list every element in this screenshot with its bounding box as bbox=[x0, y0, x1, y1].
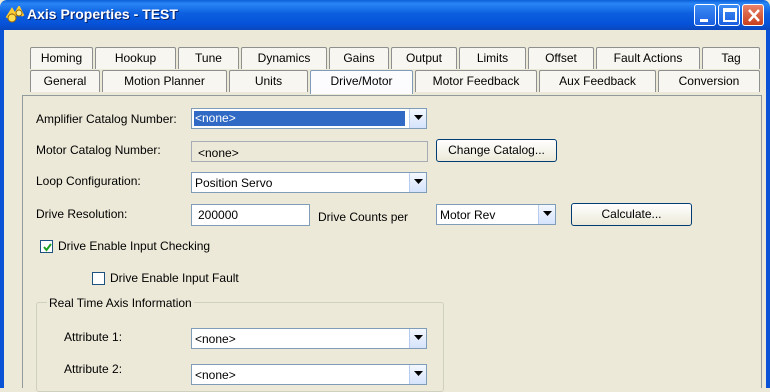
loop-configuration-select[interactable]: Position Servo bbox=[191, 172, 427, 193]
attribute-2-value: <none> bbox=[195, 368, 236, 382]
attribute-2-label: Attribute 2: bbox=[64, 362, 123, 376]
drive-enable-input-checking-label[interactable]: Drive Enable Input Checking bbox=[58, 239, 210, 253]
amplifier-catalog-value: <none> bbox=[194, 111, 405, 126]
drive-enable-input-fault-checkbox[interactable] bbox=[92, 272, 105, 285]
loop-configuration-value: Position Servo bbox=[195, 176, 273, 190]
motor-catalog-label: Motor Catalog Number: bbox=[36, 143, 161, 157]
chevron-down-icon[interactable] bbox=[409, 329, 426, 348]
attribute-2-select[interactable]: <none> bbox=[191, 364, 427, 385]
chevron-down-icon[interactable] bbox=[409, 109, 426, 128]
drive-enable-input-checking-checkbox[interactable] bbox=[40, 240, 53, 253]
drive-counts-per-label: Drive Counts per bbox=[318, 210, 409, 224]
calculate-button[interactable]: Calculate... bbox=[571, 203, 692, 226]
motor-catalog-value: <none> bbox=[198, 146, 239, 160]
drive-counts-unit-select[interactable]: Motor Rev bbox=[436, 204, 556, 225]
drive-resolution-label: Drive Resolution: bbox=[36, 207, 128, 221]
realtime-axis-group-title: Real Time Axis Information bbox=[47, 296, 194, 310]
motor-catalog-field: <none> bbox=[191, 141, 428, 162]
amplifier-catalog-label: Amplifier Catalog Number: bbox=[36, 112, 177, 126]
change-catalog-button[interactable]: Change Catalog... bbox=[436, 139, 557, 162]
amplifier-catalog-select[interactable]: <none> bbox=[191, 108, 427, 129]
checkmark-icon bbox=[43, 243, 52, 252]
chevron-down-icon[interactable] bbox=[538, 205, 555, 224]
attribute-1-value: <none> bbox=[195, 332, 236, 346]
chevron-down-icon[interactable] bbox=[409, 365, 426, 384]
drive-resolution-input[interactable] bbox=[191, 204, 310, 226]
chevron-down-icon[interactable] bbox=[409, 173, 426, 192]
attribute-1-select[interactable]: <none> bbox=[191, 328, 427, 349]
drive-enable-input-fault-label[interactable]: Drive Enable Input Fault bbox=[110, 271, 239, 285]
drive-counts-unit-value: Motor Rev bbox=[440, 208, 496, 222]
attribute-1-label: Attribute 1: bbox=[64, 330, 123, 344]
drive-resolution-value[interactable] bbox=[192, 205, 309, 225]
loop-configuration-label: Loop Configuration: bbox=[36, 174, 141, 188]
